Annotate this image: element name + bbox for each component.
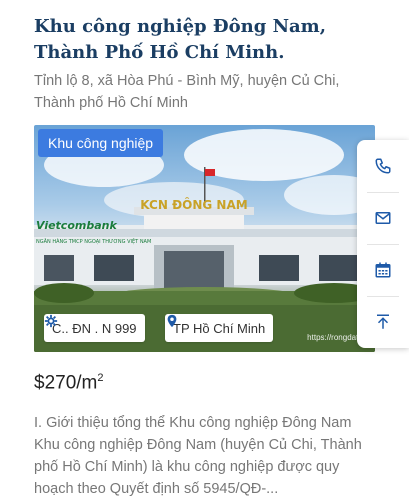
phone-icon bbox=[375, 158, 391, 174]
category-badge[interactable]: Khu công nghiệp bbox=[38, 129, 164, 157]
scroll-top-icon bbox=[377, 314, 389, 329]
bank-logo-text: Vietcombank bbox=[36, 219, 117, 232]
listing-title[interactable]: Khu công nghiệp Đông Nam, Thành Phố Hồ C… bbox=[34, 14, 374, 66]
listing-description: I. Giới thiệu tổng thể Khu công nghiệp Đ… bbox=[34, 415, 362, 497]
listing-image[interactable]: KCN ĐÔNG NAM Vietcombank NGÂN HÀNG TMCP … bbox=[34, 125, 375, 352]
calendar-icon bbox=[375, 262, 391, 278]
location-chip: TP Hồ Chí Minh bbox=[165, 314, 274, 342]
sign-text: KCN ĐÔNG NAM bbox=[140, 197, 247, 212]
price-value: $270/m bbox=[34, 372, 98, 394]
listing-address: Tỉnh lộ 8, xã Hòa Phú - Bình Mỹ, huyện C… bbox=[34, 73, 340, 111]
price-unit-sup: 2 bbox=[97, 372, 104, 384]
calendar-button[interactable] bbox=[357, 244, 409, 296]
price: $270/m2 bbox=[34, 372, 104, 394]
phone-button[interactable] bbox=[357, 140, 409, 192]
map-pin-icon bbox=[167, 314, 177, 328]
code-chip-label: C.. ĐN . N 999 bbox=[52, 320, 137, 336]
mail-icon bbox=[375, 212, 391, 224]
contact-sidebar bbox=[357, 140, 409, 348]
listing-card: Khu công nghiệp Đông Nam, Thành Phố Hồ C… bbox=[0, 0, 409, 500]
gear-icon bbox=[44, 314, 58, 328]
code-chip: C.. ĐN . N 999 bbox=[44, 314, 145, 342]
location-chip-label: TP Hồ Chí Minh bbox=[173, 320, 266, 336]
scroll-top-button[interactable] bbox=[357, 296, 409, 348]
bank-subtext: NGÂN HÀNG TMCP NGOẠI THƯƠNG VIỆT NAM bbox=[36, 237, 151, 245]
mail-button[interactable] bbox=[357, 192, 409, 244]
